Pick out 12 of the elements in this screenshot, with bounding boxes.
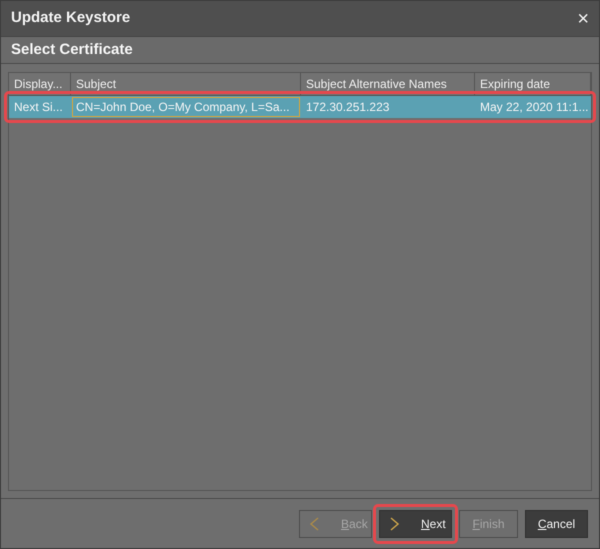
wizard-button[interactable]: Cancel: [525, 510, 588, 538]
table-row[interactable]: Next Si... CN=John Doe, O=My Company, L=Sa... 172.30.251.223 May 22, 2020 11:1...: [9, 96, 591, 118]
table-cell: CN=John Doe, O=My Company, L=Sa...: [71, 96, 301, 118]
close-button[interactable]: ×: [575, 8, 591, 28]
table-cell-text: Next Si...: [13, 99, 64, 116]
table-cell-text: May 22, 2020 11:1...: [479, 99, 590, 116]
page-title: Select Certificate: [11, 40, 133, 60]
chevron-left-icon: [310, 516, 319, 530]
window-title: Update Keystore: [11, 8, 130, 28]
chevron-right-icon: [390, 516, 399, 530]
wizard-button[interactable]: Next: [379, 510, 452, 538]
table-cell-text: 172.30.251.223: [305, 99, 390, 116]
